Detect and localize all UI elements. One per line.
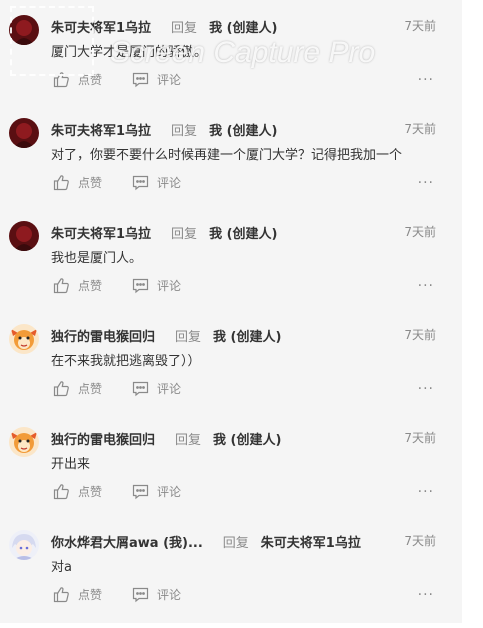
comment-time: 7天前 [404,328,436,342]
comment-button[interactable]: 评论 [132,277,181,294]
comment-header: 朱可夫将军1乌拉 回复 我 (创建人) 7天前 [51,15,436,37]
comment-button[interactable]: 评论 [132,71,181,88]
like-label: 点赞 [78,484,103,499]
comment-content: 我也是厦门人。 [51,251,143,266]
reply-label: 回复 [175,432,202,448]
reply-target[interactable]: 我 (创建人) [209,120,277,139]
like-label: 点赞 [78,278,103,293]
reply-label: 回复 [175,329,202,345]
comment-actions: 点赞 评论 [53,379,181,397]
comment-button[interactable]: 评论 [132,586,181,603]
comment-label: 评论 [157,72,182,87]
dark-red-avatar[interactable] [9,118,39,148]
comment-icon [132,278,149,293]
like-button[interactable]: 点赞 [53,174,102,191]
reply-target[interactable]: 我 (创建人) [209,17,277,36]
comment-content: 在不来我就把逃离毁了）） [51,354,201,369]
dark-red-avatar[interactable] [9,15,39,45]
comment-label: 评论 [157,484,182,499]
like-label: 点赞 [78,72,103,87]
comment-author[interactable]: 你水烨君大屑awa (我)... [51,532,203,551]
comment-author[interactable]: 独行的雷电猴回归 [51,429,155,448]
comment-icon [132,587,149,602]
reply-label: 回复 [171,123,198,139]
comment-content: 对了，你要不要什么时候再建一个厦门大学？记得把我加一个 [51,148,403,163]
comment-label: 评论 [157,175,182,190]
comment-actions: 点赞 评论 [53,585,181,603]
comment-label: 评论 [157,278,182,293]
comment-header: 朱可夫将军1乌拉 回复 我 (创建人) 7天前 [51,118,436,140]
comment-actions: 点赞 评论 [53,482,181,500]
thumbs-up-icon [53,71,69,87]
comment-content: 开出来 [51,457,91,472]
like-button[interactable]: 点赞 [53,586,102,603]
comment-time: 7天前 [404,534,436,548]
comment-time: 7天前 [404,122,436,136]
more-options-button[interactable]: ··· [418,278,434,294]
thumbs-up-icon [53,483,69,499]
comment-content: 对a [51,560,72,575]
comment-item: 朱可夫将军1乌拉 回复 我 (创建人) 7天前 我也是厦门人。 点赞 评论 ··… [0,216,462,319]
thumbs-up-icon [53,174,69,190]
reply-target[interactable]: 我 (创建人) [213,429,281,448]
more-options-button[interactable]: ··· [418,587,434,603]
more-options-button[interactable]: ··· [418,381,434,397]
comment-actions: 点赞 评论 [53,276,181,294]
comment-icon [132,484,149,499]
comment-icon [132,175,149,190]
like-button[interactable]: 点赞 [53,71,102,88]
like-button[interactable]: 点赞 [53,277,102,294]
reply-target[interactable]: 我 (创建人) [209,223,277,242]
reply-label: 回复 [171,20,198,36]
thumbs-up-icon [53,586,69,602]
anime-avatar[interactable] [9,530,39,560]
monkey-avatar[interactable] [9,324,39,354]
comment-header: 独行的雷电猴回归 回复 我 (创建人) 7天前 [51,427,436,449]
comment-author[interactable]: 朱可夫将军1乌拉 [51,120,151,139]
comment-label: 评论 [157,381,182,396]
comment-time: 7天前 [404,19,436,33]
thumbs-up-icon [53,380,69,396]
comment-author[interactable]: 朱可夫将军1乌拉 [51,223,151,242]
comment-header: 独行的雷电猴回归 回复 我 (创建人) 7天前 [51,324,436,346]
comment-item: 你水烨君大屑awa (我)... 回复 朱可夫将军1乌拉 7天前 对a 点赞 评… [0,525,462,628]
monkey-avatar[interactable] [9,427,39,457]
reply-label: 回复 [171,226,198,242]
comment-actions: 点赞 评论 [53,70,181,88]
reply-target[interactable]: 我 (创建人) [213,326,281,345]
dark-red-avatar[interactable] [9,221,39,251]
reply-target[interactable]: 朱可夫将军1乌拉 [261,532,361,551]
comment-item: 独行的雷电猴回归 回复 我 (创建人) 7天前 开出来 点赞 评论 ··· [0,422,462,525]
comment-button[interactable]: 评论 [132,380,181,397]
comment-content: 厦门大学才是厦门的骄傲。 [51,45,208,60]
more-options-button[interactable]: ··· [418,175,434,191]
comment-time: 7天前 [404,225,436,239]
comment-item: 独行的雷电猴回归 回复 我 (创建人) 7天前 在不来我就把逃离毁了）） 点赞 … [0,319,462,422]
comment-item: 朱可夫将军1乌拉 回复 我 (创建人) 7天前 厦门大学才是厦门的骄傲。 点赞 … [0,10,462,113]
like-label: 点赞 [78,587,103,602]
comment-icon [132,381,149,396]
comment-button[interactable]: 评论 [132,174,181,191]
comment-header: 你水烨君大屑awa (我)... 回复 朱可夫将军1乌拉 7天前 [51,530,436,552]
like-label: 点赞 [78,381,103,396]
like-button[interactable]: 点赞 [53,380,102,397]
comment-actions: 点赞 评论 [53,173,181,191]
comment-button[interactable]: 评论 [132,483,181,500]
comment-time: 7天前 [404,431,436,445]
more-options-button[interactable]: ··· [418,72,434,88]
thumbs-up-icon [53,277,69,293]
comment-item: 朱可夫将军1乌拉 回复 我 (创建人) 7天前 对了，你要不要什么时候再建一个厦… [0,113,462,216]
more-options-button[interactable]: ··· [418,484,434,500]
comment-author[interactable]: 独行的雷电猴回归 [51,326,155,345]
comment-author[interactable]: 朱可夫将军1乌拉 [51,17,151,36]
like-button[interactable]: 点赞 [53,483,102,500]
like-label: 点赞 [78,175,103,190]
reply-label: 回复 [222,535,249,551]
comment-panel: 朱可夫将军1乌拉 回复 我 (创建人) 7天前 厦门大学才是厦门的骄傲。 点赞 … [0,0,462,623]
comment-label: 评论 [157,587,182,602]
comment-header: 朱可夫将军1乌拉 回复 我 (创建人) 7天前 [51,221,436,243]
comment-icon [132,72,149,87]
